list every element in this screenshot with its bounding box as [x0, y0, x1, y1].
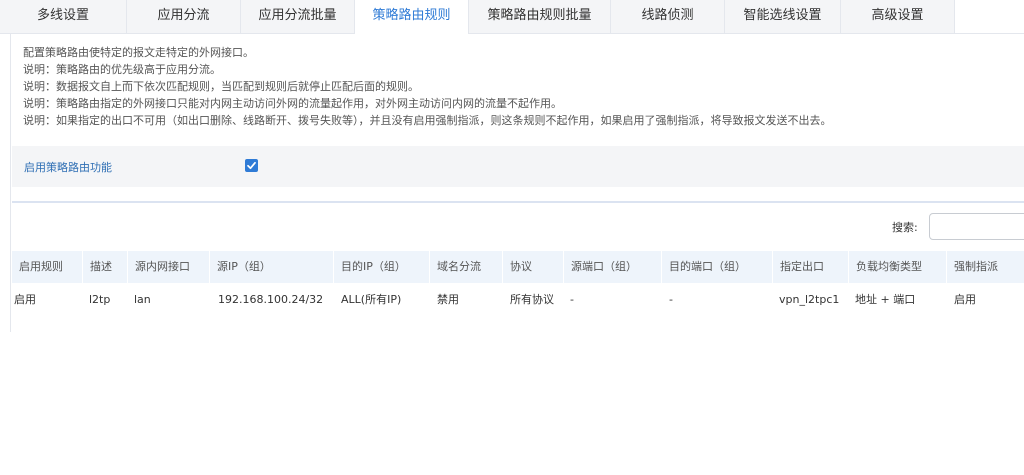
column-header[interactable]: 目的IP（组） [334, 251, 430, 283]
enable-policy-route-label: 启用策略路由功能 [24, 161, 112, 174]
column-header[interactable]: 指定出口 [773, 251, 849, 283]
cell-enabled: 启用 [14, 293, 36, 306]
column-header[interactable]: 域名分流 [430, 251, 503, 283]
checkmark-icon [247, 161, 256, 170]
cell-egress-interface: vpn_l2tpc1 [779, 293, 840, 306]
description-notes: 配置策略路由使特定的报文走特定的外网接口。 说明：策略路由的优先级高于应用分流。… [23, 44, 832, 129]
note-line: 说明：数据报文自上而下依次匹配规则，当匹配到规则后就停止匹配后面的规则。 [23, 80, 419, 93]
tab-app-split[interactable]: 应用分流 [127, 0, 241, 33]
cell-force-assign: 启用 [954, 293, 976, 306]
tab-bar-blank [955, 0, 1024, 33]
search-input[interactable] [929, 213, 1024, 240]
policy-route-panel: 配置策略路由使特定的报文走特定的外网接口。 说明：策略路由的优先级高于应用分流。… [10, 34, 1024, 332]
cell-destination-ip: ALL(所有IP) [341, 293, 402, 306]
cell-protocol: 所有协议 [510, 293, 554, 306]
column-header[interactable]: 源内网接口 [128, 251, 210, 283]
cell-source-ip: 192.168.100.24/32 [218, 293, 324, 306]
column-header[interactable]: 目的端口（组） [662, 251, 773, 283]
column-header[interactable]: 启用规则 [12, 251, 83, 283]
tab-multi-line-settings[interactable]: 多线设置 [0, 0, 127, 33]
column-header[interactable]: 源端口（组） [564, 251, 662, 283]
search-label: 搜索: [892, 221, 918, 234]
rules-table-header: 启用规则 描述 源内网接口 源IP（组） 目的IP（组） 域名分流 协议 源端口… [12, 251, 1024, 283]
note-line: 配置策略路由使特定的报文走特定的外网接口。 [23, 46, 254, 59]
tab-policy-route-rules[interactable]: 策略路由规则 [355, 0, 469, 34]
note-line: 说明：策略路由指定的外网接口只能对内网主动访问外网的流量起作用，对外网主动访问内… [23, 97, 562, 110]
tab-advanced-settings[interactable]: 高级设置 [841, 0, 955, 33]
tab-app-split-batch[interactable]: 应用分流批量 [241, 0, 355, 33]
table-row[interactable]: 启用 l2tp lan 192.168.100.24/32 ALL(所有IP) … [12, 284, 1024, 316]
cell-description: l2tp [89, 293, 111, 306]
note-line: 说明：策略路由的优先级高于应用分流。 [23, 63, 221, 76]
tab-smart-line-settings[interactable]: 智能选线设置 [725, 0, 841, 33]
cell-source-port: - [570, 293, 574, 306]
cell-load-balance-type: 地址 + 端口 [855, 293, 916, 306]
enable-policy-route-checkbox[interactable] [245, 159, 258, 172]
note-line: 说明：如果指定的出口不可用（如出口删除、线路断开、拨号失败等），并且没有启用强制… [23, 114, 832, 127]
column-header[interactable]: 强制指派 [947, 251, 1024, 283]
tab-line-detection[interactable]: 线路侦测 [611, 0, 725, 33]
enable-policy-route-row: 启用策略路由功能 [12, 146, 1024, 187]
column-header[interactable]: 负载均衡类型 [849, 251, 947, 283]
tab-bar: 多线设置 应用分流 应用分流批量 策略路由规则 策略路由规则批量 线路侦测 智能… [0, 0, 1024, 34]
column-header[interactable]: 协议 [503, 251, 564, 283]
column-header[interactable]: 源IP（组） [210, 251, 334, 283]
cell-domain-split: 禁用 [437, 293, 459, 306]
cell-destination-port: - [669, 293, 673, 306]
cell-source-interface: lan [134, 293, 151, 306]
column-header[interactable]: 描述 [83, 251, 128, 283]
tab-policy-route-rules-batch[interactable]: 策略路由规则批量 [469, 0, 611, 33]
section-divider [12, 201, 1024, 203]
